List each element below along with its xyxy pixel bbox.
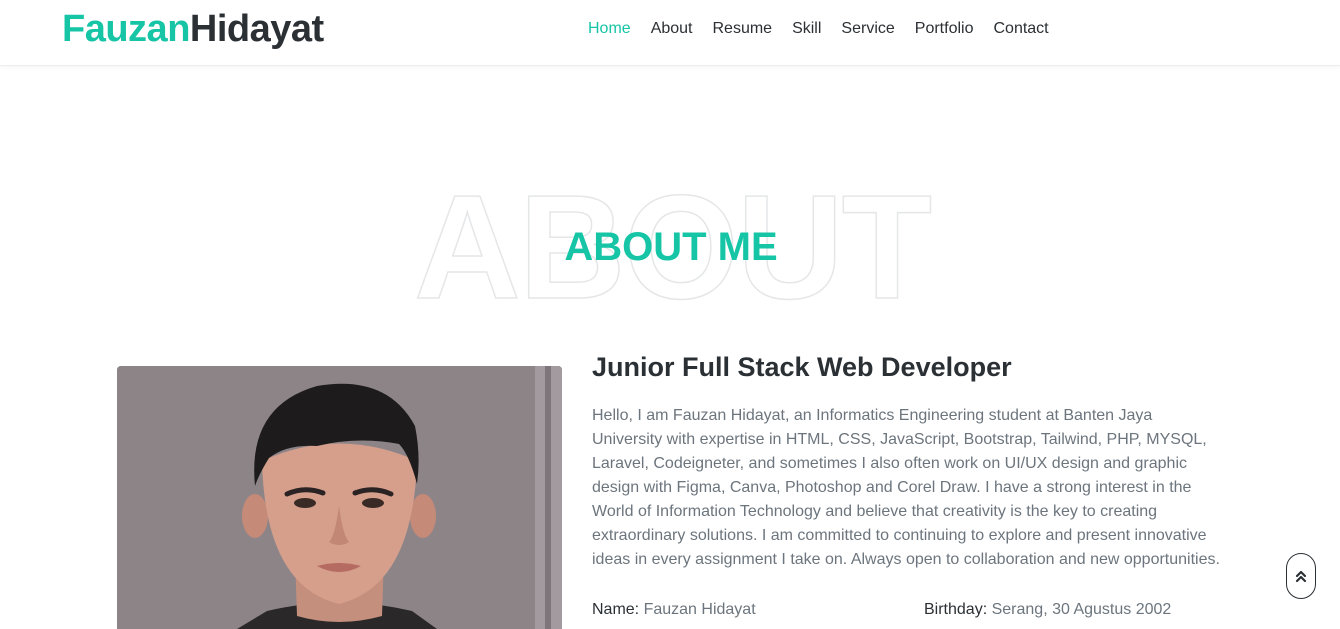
- nav-item-portfolio[interactable]: Portfolio: [915, 19, 974, 39]
- double-chevron-up-icon: [1295, 570, 1307, 583]
- info-value: Serang, 30 Agustus 2002: [991, 601, 1172, 618]
- scroll-to-top-button[interactable]: [1286, 553, 1316, 599]
- brand-logo[interactable]: FauzanHidayat: [62, 9, 324, 49]
- profile-portrait-image: [117, 366, 562, 629]
- nav-item-resume[interactable]: Resume: [713, 19, 773, 39]
- info-label: Birthday:: [924, 601, 988, 618]
- main-nav: Home About Resume Skill Service Portfoli…: [588, 19, 1069, 39]
- nav-item-home[interactable]: Home: [588, 19, 631, 39]
- profile-photo: [117, 366, 562, 629]
- bio-paragraph: Hello, I am Fauzan Hidayat, an Informati…: [592, 407, 1220, 568]
- nav-item-contact[interactable]: Contact: [993, 19, 1048, 39]
- section-title: ABOUT ME: [564, 225, 778, 269]
- brand-last-name: Hidayat: [189, 8, 324, 50]
- info-label: Name:: [592, 601, 640, 618]
- info-item-birthday: Birthday: Serang, 30 Agustus 2002: [924, 600, 1171, 620]
- role-heading: Junior Full Stack Web Developer: [592, 352, 1012, 382]
- nav-item-skill[interactable]: Skill: [792, 19, 821, 39]
- nav-item-about[interactable]: About: [651, 19, 693, 39]
- navbar: FauzanHidayat Home About Resume Skill Se…: [0, 0, 1340, 66]
- info-item-name: Name: Fauzan Hidayat: [592, 600, 756, 620]
- info-value: Fauzan Hidayat: [643, 601, 756, 618]
- about-content: Junior Full Stack Web Developer Hello, I…: [592, 350, 1222, 618]
- nav-item-service[interactable]: Service: [841, 19, 894, 39]
- brand-first-name: Fauzan: [62, 8, 190, 50]
